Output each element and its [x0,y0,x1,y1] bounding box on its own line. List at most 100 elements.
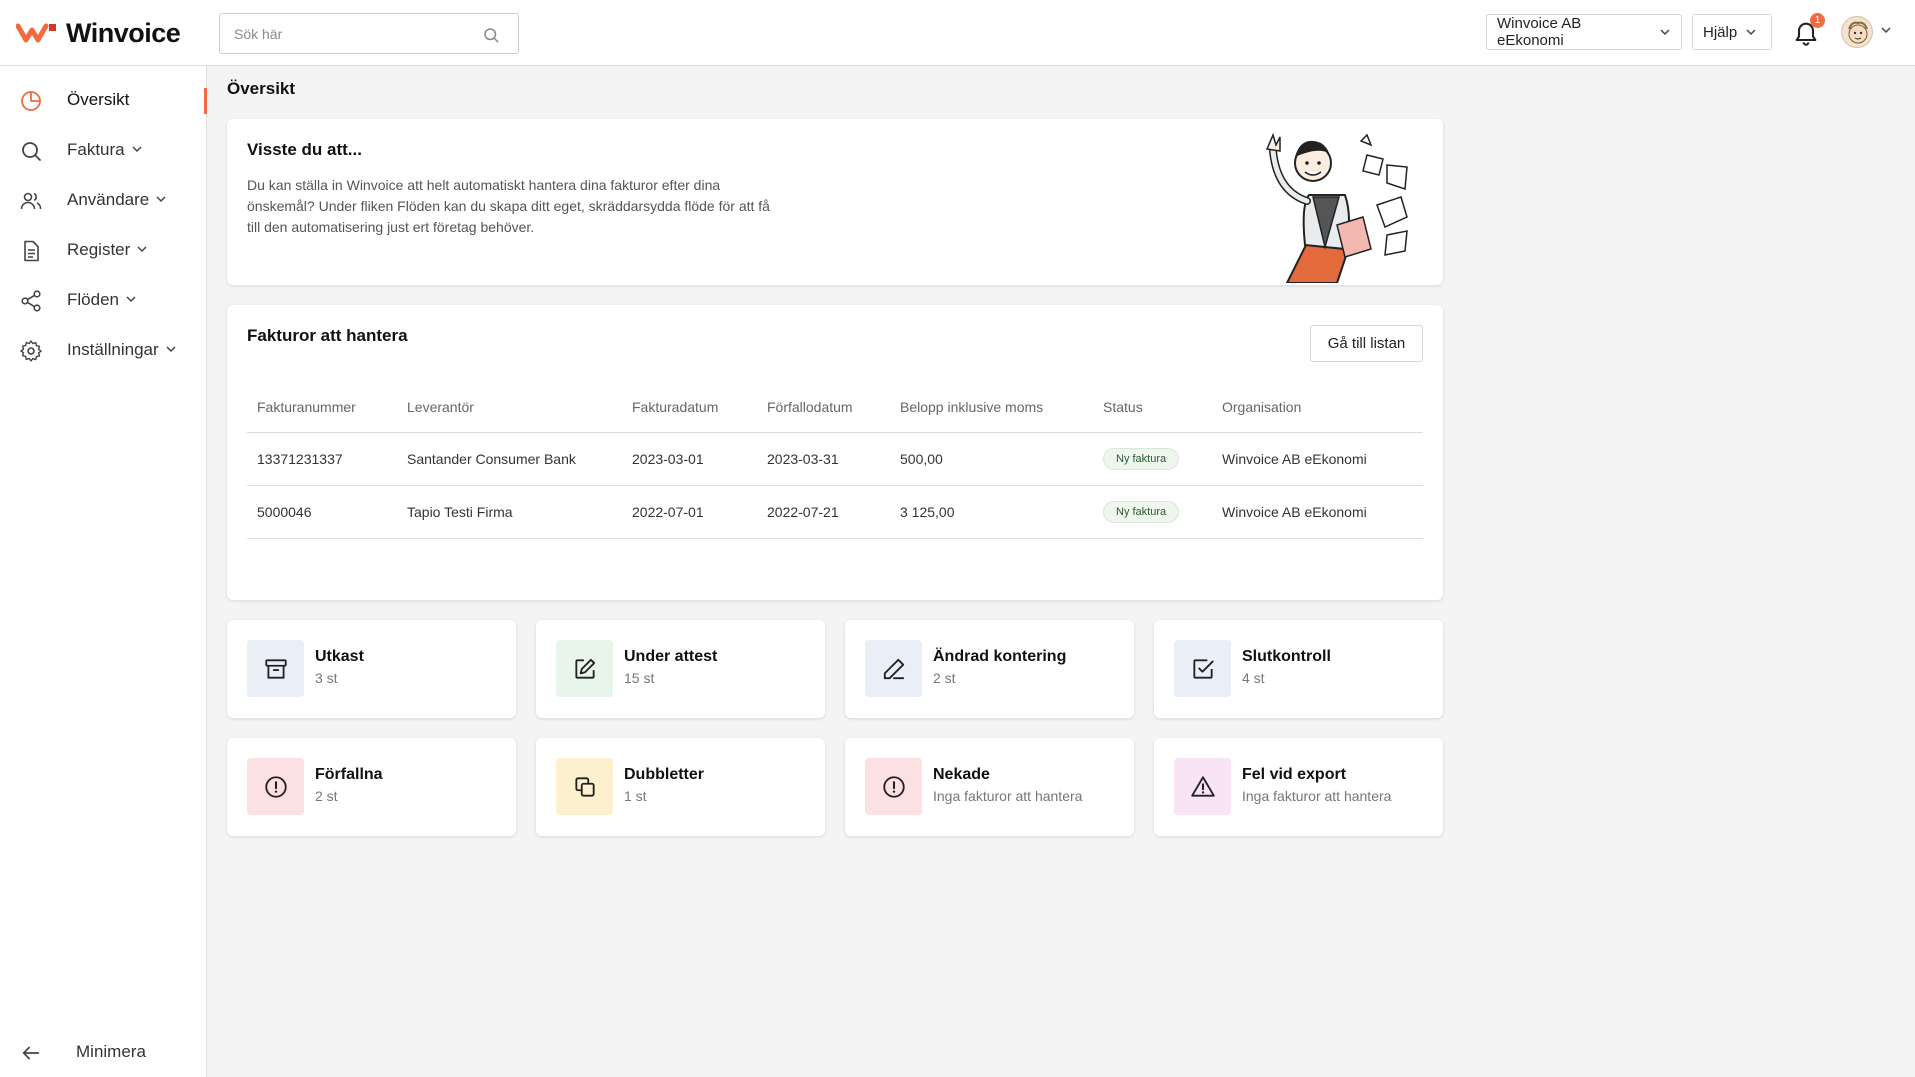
column-header[interactable]: Fakturadatum [622,383,757,433]
tip-card: Visste du att... Du kan ställa in Winvoi… [227,119,1443,285]
sidebar-item-label: Översikt [67,90,130,109]
chevron-down-icon [156,196,166,203]
tile-title: Utkast [315,648,364,665]
sidebar-item-faktura[interactable]: Faktura [0,128,206,172]
sidebar: Översikt Faktura Användare Register Flöd… [0,66,207,1077]
column-header[interactable]: Förfallodatum [757,383,890,433]
table-row[interactable]: 5000046 Tapio Testi Firma 2022-07-01 202… [247,485,1423,539]
archive-icon [264,658,287,679]
supplier: Santander Consumer Bank [397,432,622,486]
column-header[interactable]: Organisation [1212,383,1423,433]
chevron-down-icon [1746,29,1756,36]
invoices-title: Fakturor att hantera [247,326,408,345]
alert-circle-icon [264,775,287,798]
search-box[interactable] [219,13,519,54]
sidebar-item-installningar[interactable]: Inställningar [0,328,206,372]
share-icon [21,290,41,312]
sidebar-item-label: Flöden [67,290,137,310]
avatar-face-icon [1848,21,1868,44]
column-header[interactable]: Belopp inklusive moms [890,383,1093,433]
invoice-number: 13371231337 [247,432,397,486]
top-bar: Winvoice Winvoice AB eEkonomi Hjälp 1 [0,0,1915,66]
chevron-down-icon [166,346,176,353]
sidebar-item-register[interactable]: Register [0,228,206,272]
alert-circle-icon [882,775,905,798]
chevron-down-icon [1660,29,1670,36]
due-date: 2022-07-21 [757,485,890,539]
tile-icon-box [247,758,304,815]
tile-count: Inga fakturor att hantera [933,788,1083,804]
tile-count: 15 st [624,670,655,686]
invoices-table: Fakturanummer Leverantör Fakturadatum Fö… [247,383,1423,539]
sidebar-item-label: Inställningar [67,340,177,360]
organisation-selector-label: Winvoice AB eEkonomi [1497,15,1582,49]
pie-chart-icon [21,91,41,111]
invoice-date: 2022-07-01 [622,485,757,539]
supplier: Tapio Testi Firma [397,485,622,539]
tile-title: Förfallna [315,766,383,783]
page-title: Översikt [227,79,296,98]
tile-count: Inga fakturor att hantera [1242,788,1392,804]
tile-count: 2 st [315,788,338,804]
tile-count: 1 st [624,788,647,804]
tile-slutkontroll[interactable]: Slutkontroll 4 st [1154,620,1443,718]
due-date: 2023-03-31 [757,432,890,486]
table-header-row: Fakturanummer Leverantör Fakturadatum Fö… [247,383,1423,433]
invoices-card: Fakturor att hantera Gå till listan Fakt… [227,305,1443,600]
tile-icon-box [1174,758,1231,815]
chevron-down-icon [126,296,136,303]
active-indicator [204,88,207,114]
tip-text: Du kan ställa in Winvoice att helt autom… [247,177,770,235]
tile-icon-box [556,758,613,815]
pen-icon [883,658,904,679]
app-logo[interactable]: Winvoice [16,17,181,48]
tile-nekade[interactable]: Nekade Inga fakturor att hantera [845,738,1134,836]
go-to-list-button[interactable]: Gå till listan [1310,325,1423,362]
tile-title: Under attest [624,648,718,665]
tile-title: Fel vid export [1242,766,1347,783]
tile-fel-vid-export[interactable]: Fel vid export Inga fakturor att hantera [1154,738,1443,836]
edit-icon [574,658,595,679]
tile-count: 3 st [315,670,338,686]
sidebar-item-anvandare[interactable]: Användare [0,178,206,222]
tile-count: 2 st [933,670,956,686]
table-row[interactable]: 13371231337 Santander Consumer Bank 2023… [247,432,1423,486]
help-label: Hjälp [1703,23,1738,41]
tile-title: Ändrad kontering [933,648,1067,665]
status-badge: Ny faktura [1103,500,1180,523]
avatar-chevron-down-icon[interactable] [1880,24,1892,36]
help-button[interactable]: Hjälp [1692,14,1772,50]
app-name: Winvoice [66,17,181,48]
sidebar-item-label: Faktura [67,140,143,160]
user-avatar[interactable] [1841,16,1873,48]
minimize-label: Minimera [76,1042,146,1061]
status-cell: Ny faktura [1093,485,1212,539]
tile-utkast[interactable]: Utkast 3 st [227,620,516,718]
cartoon-man-illustration [1265,132,1408,283]
tile-andrad-kontering[interactable]: Ändrad kontering 2 st [845,620,1134,718]
status-cell: Ny faktura [1093,432,1212,486]
tip-title: Visste du att... [247,140,362,159]
column-header[interactable]: Fakturanummer [247,383,397,433]
organisation: Winvoice AB eEkonomi [1212,432,1423,486]
tile-under-attest[interactable]: Under attest 15 st [536,620,825,718]
minimize-sidebar-button[interactable]: Minimera [0,1032,206,1072]
search-icon [22,142,41,161]
tile-icon-box [556,640,613,697]
invoice-date: 2023-03-01 [622,432,757,486]
users-icon [20,192,42,210]
sidebar-item-floden[interactable]: Flöden [0,278,206,322]
organisation-selector[interactable]: Winvoice AB eEkonomi [1486,14,1682,50]
gear-icon [20,340,42,362]
status-badge: Ny faktura [1103,447,1180,470]
tile-dubbletter[interactable]: Dubbletter 1 st [536,738,825,836]
sidebar-item-oversikt[interactable]: Översikt [0,78,207,122]
search-icon[interactable] [482,26,500,44]
winvoice-logo-icon [16,23,56,43]
tile-forfallna[interactable]: Förfallna 2 st [227,738,516,836]
tile-icon-box [865,640,922,697]
chevron-down-icon [137,246,147,253]
search-input[interactable] [234,14,474,53]
column-header[interactable]: Status [1093,383,1212,433]
column-header[interactable]: Leverantör [397,383,622,433]
